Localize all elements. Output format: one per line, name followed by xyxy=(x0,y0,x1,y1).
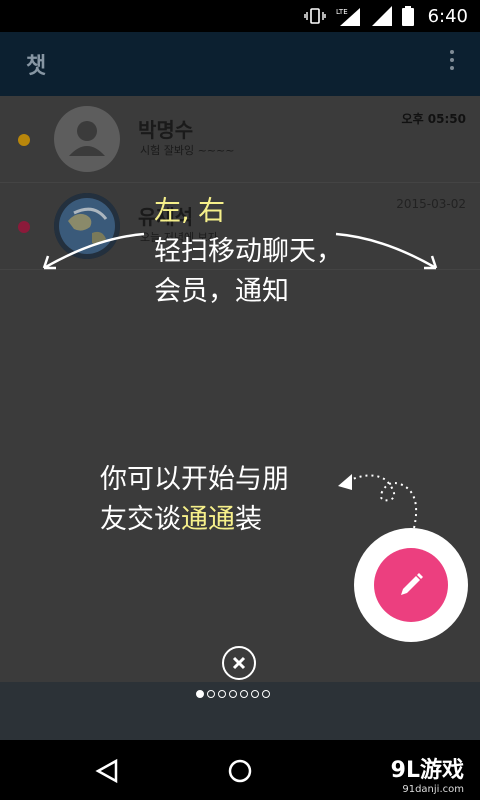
signal-icon xyxy=(371,6,392,26)
chat-hint-line1: 你可以开始与朋 xyxy=(100,464,289,495)
unread-dot xyxy=(18,134,30,146)
close-tutorial-button[interactable] xyxy=(222,646,256,680)
watermark-text: 9L游戏 xyxy=(390,758,464,783)
avatar xyxy=(54,106,120,172)
page-dot xyxy=(251,690,259,698)
watermark-site: 91danji.com xyxy=(402,784,464,795)
app-title: 챗 xyxy=(26,54,47,79)
navigation-bar: 9L游戏 91danji.com xyxy=(0,740,480,800)
swipe-hint: 左, 右 轻扫移动聊天， 会员，通知 xyxy=(154,192,343,312)
page-dot xyxy=(196,690,204,698)
chat-hint-line2: 友交谈通通装 xyxy=(100,500,289,540)
page-dot xyxy=(229,690,237,698)
chat-last-message: 시험 잘봐잉 ~~~~ xyxy=(140,144,235,157)
swipe-right-arrow-icon xyxy=(335,232,438,270)
home-icon[interactable] xyxy=(227,758,253,784)
compose-button[interactable] xyxy=(374,548,448,622)
app-bar: 챗 xyxy=(0,32,480,96)
overflow-menu-icon[interactable] xyxy=(450,50,454,74)
status-icons: LTE 6:40 xyxy=(303,0,468,32)
chat-row[interactable]: 박명수 시험 잘봐잉 ~~~~ 오후 05:50 xyxy=(0,96,480,183)
unread-dot xyxy=(18,221,30,233)
pencil-icon xyxy=(401,573,423,595)
close-icon xyxy=(232,656,246,670)
swipe-hint-highlight: 左, 右 xyxy=(154,196,226,227)
chat-time: 오후 05:50 xyxy=(401,112,466,126)
page-dot xyxy=(262,690,270,698)
battery-icon xyxy=(401,6,414,26)
watermark-logo: 9L游戏 91danji.com xyxy=(391,752,464,795)
chat-hint: 你可以开始与朋 友交谈通通装 xyxy=(100,460,289,540)
chat-hint-suffix: 装 xyxy=(235,504,262,535)
page-indicator xyxy=(196,690,270,698)
swipe-left-arrow-icon xyxy=(42,232,145,270)
chat-name: 박명수 xyxy=(138,118,194,142)
page-dot xyxy=(218,690,226,698)
page-dot xyxy=(207,690,215,698)
status-bar: LTE 6:40 xyxy=(0,0,480,32)
person-placeholder-icon xyxy=(69,121,105,156)
page-dot xyxy=(240,690,248,698)
chat-hint-prefix: 友交谈 xyxy=(100,504,181,535)
lte-signal-icon: LTE xyxy=(336,8,360,26)
dotted-arrow-icon xyxy=(338,474,418,529)
swipe-hint-line2: 会员，通知 xyxy=(154,276,289,307)
vibrate-icon xyxy=(303,8,326,24)
swipe-hint-line1: 轻扫移动聊天， xyxy=(154,236,343,267)
back-icon[interactable] xyxy=(94,758,120,784)
network-label: LTE xyxy=(336,8,348,16)
chat-hint-highlight: 通通 xyxy=(181,504,235,535)
status-time: 6:40 xyxy=(427,5,468,27)
chat-time: 2015-03-02 xyxy=(396,197,466,211)
